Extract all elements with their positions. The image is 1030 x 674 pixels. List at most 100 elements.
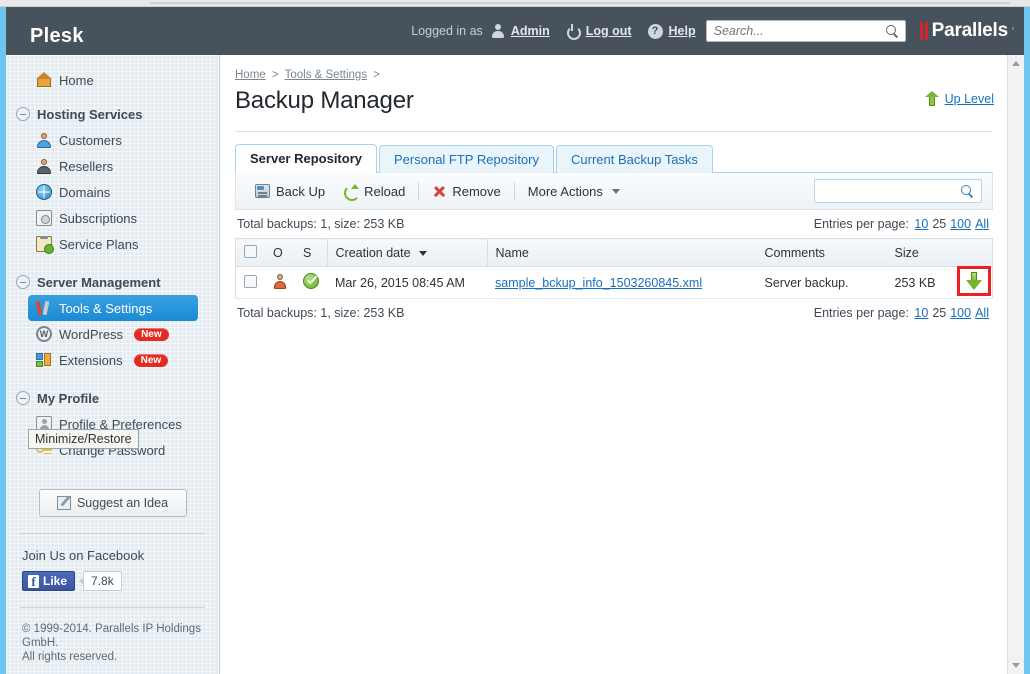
back-up-label: Back Up	[276, 183, 326, 199]
sidebar-item-resellers[interactable]: Resellers	[6, 153, 219, 179]
summary-row-bottom: Total backups: 1, size: 253 KB Entries p…	[235, 299, 993, 327]
sidebar-item-label: Domains	[59, 184, 111, 200]
summary-row-top: Total backups: 1, size: 253 KB Entries p…	[235, 210, 993, 238]
backup-icon	[255, 184, 270, 199]
row-name-cell: sample_bckup_info_1503260845.xml	[487, 266, 757, 300]
sidebar-item-label: WordPress	[59, 326, 124, 342]
up-level-label: Up Level	[944, 91, 994, 106]
facebook-like-label: Like	[43, 574, 68, 588]
reload-icon	[343, 184, 361, 202]
user-dark-icon	[36, 158, 52, 174]
plesk-logo: Plesk	[30, 25, 84, 47]
breadcrumb-item-tools-settings[interactable]: Tools & Settings	[285, 69, 367, 81]
collapse-minus-icon[interactable]	[16, 391, 30, 405]
sidebar-group-label: Server Management	[37, 274, 161, 290]
sidebar-item-label: Service Plans	[59, 236, 139, 252]
power-icon	[566, 24, 581, 40]
sidebar-item-label: Customers	[59, 132, 122, 148]
entries-option-10[interactable]: 10	[914, 306, 928, 320]
sidebar-group-label: My Profile	[37, 390, 100, 406]
sidebar-item-label: Resellers	[59, 158, 114, 174]
browser-tab-strip-line	[150, 2, 1010, 4]
entries-option-all[interactable]: All	[975, 217, 989, 231]
new-badge: New	[133, 353, 169, 367]
column-header-creation-date-label: Creation date	[335, 245, 411, 260]
sidebar-item-wordpress[interactable]: W WordPress New	[6, 321, 219, 347]
column-header-status[interactable]: S	[295, 238, 327, 268]
sidebar-group-label: Hosting Services	[37, 106, 143, 122]
collapse-minus-icon[interactable]	[16, 107, 30, 121]
global-search-box[interactable]	[705, 20, 906, 42]
tab-bar: Server Repository Personal FTP Repositor…	[235, 144, 993, 174]
global-search-input[interactable]	[711, 21, 877, 41]
subscriptions-icon	[36, 210, 52, 226]
main-content: Home > Tools & Settings > Backup Manager…	[221, 55, 1007, 674]
sidebar-item-service-plans[interactable]: Service Plans	[6, 231, 219, 257]
breadcrumb-item-home[interactable]: Home	[235, 69, 266, 81]
scroll-up-icon[interactable]	[1008, 55, 1024, 72]
entries-per-page-top: Entries per page: 10 25 100 All	[814, 217, 991, 231]
table-search-input[interactable]	[821, 181, 951, 202]
frame-border-right	[1024, 7, 1030, 674]
search-icon[interactable]	[961, 185, 974, 198]
tab-current-backup-tasks[interactable]: Current Backup Tasks	[556, 145, 713, 174]
suggest-icon	[56, 496, 71, 510]
back-up-button[interactable]: Back Up	[246, 179, 334, 203]
search-icon[interactable]	[885, 25, 899, 38]
sidebar-item-customers[interactable]: Customers	[6, 127, 219, 153]
entries-option-10[interactable]: 10	[914, 217, 928, 231]
page-scrollbar[interactable]	[1007, 55, 1024, 674]
parallels-logo: Parallels ’	[919, 20, 1014, 42]
sidebar-item-extensions[interactable]: Extensions New	[6, 347, 219, 373]
help-icon: ?	[647, 23, 663, 39]
column-header-size[interactable]: Size	[886, 238, 957, 268]
more-actions-button[interactable]: More Actions	[519, 179, 629, 203]
remove-icon	[432, 184, 446, 198]
column-header-owner[interactable]: O	[265, 238, 295, 268]
logout-link[interactable]: Log out	[586, 24, 632, 38]
remove-label: Remove	[452, 183, 501, 199]
column-header-name[interactable]: Name	[486, 238, 757, 268]
facebook-like-button[interactable]: f Like	[22, 571, 76, 591]
facebook-title: Join Us on Facebook	[22, 548, 145, 563]
collapse-minus-icon[interactable]	[16, 275, 30, 289]
scroll-down-icon[interactable]	[1008, 657, 1024, 674]
browser-chrome-top	[0, 0, 1030, 7]
table-row[interactable]: Mar 26, 2015 08:45 AM sample_bckup_info_…	[235, 266, 993, 300]
sidebar-group-my-profile[interactable]: My Profile	[6, 385, 219, 411]
download-arrow-icon[interactable]	[966, 272, 983, 291]
browser-viewport: Plesk Logged in as Admin Log out ? Help …	[0, 0, 1030, 674]
tools-icon	[36, 300, 52, 316]
column-header-comments[interactable]: Comments	[756, 238, 887, 268]
extensions-icon	[36, 352, 52, 368]
select-all-checkbox[interactable]	[244, 244, 257, 258]
row-checkbox[interactable]	[244, 274, 257, 288]
sidebar-item-subscriptions[interactable]: Subscriptions	[6, 205, 219, 231]
remove-button[interactable]: Remove	[423, 179, 509, 203]
entries-option-100[interactable]: 100	[950, 217, 971, 231]
backup-file-link[interactable]: sample_bckup_info_1503260845.xml	[495, 276, 702, 290]
tab-personal-ftp-repository[interactable]: Personal FTP Repository	[379, 145, 554, 174]
more-actions-label: More Actions	[527, 183, 603, 199]
entries-option-100[interactable]: 100	[950, 306, 971, 320]
sidebar-group-hosting-services[interactable]: Hosting Services	[6, 101, 219, 127]
tab-server-repository[interactable]: Server Repository	[235, 144, 377, 174]
admin-user-link[interactable]: Admin	[511, 24, 550, 38]
suggest-an-idea-button[interactable]: Suggest an Idea	[38, 489, 187, 517]
sidebar-item-home[interactable]: Home	[6, 67, 219, 93]
sidebar-item-domains[interactable]: Domains	[6, 179, 219, 205]
backups-table-head: O S Creation date Name Comments Size	[235, 238, 993, 268]
sidebar-item-tools-and-settings[interactable]: Tools & Settings	[28, 295, 198, 321]
sidebar-group-server-management[interactable]: Server Management	[6, 269, 219, 295]
row-size: 253 KB	[886, 266, 957, 300]
reload-button[interactable]: Reload	[334, 179, 414, 203]
table-search-box[interactable]	[814, 179, 982, 204]
entries-option-25-selected[interactable]: 25	[932, 306, 946, 320]
entries-option-25-selected[interactable]: 25	[932, 217, 946, 231]
up-level-link[interactable]: Up Level	[924, 91, 994, 106]
column-header-creation-date[interactable]: Creation date	[326, 238, 487, 268]
status-ok-icon	[303, 273, 319, 290]
help-link[interactable]: Help	[669, 24, 696, 38]
entries-option-all[interactable]: All	[975, 306, 989, 320]
facebook-f-icon: f	[28, 574, 39, 588]
